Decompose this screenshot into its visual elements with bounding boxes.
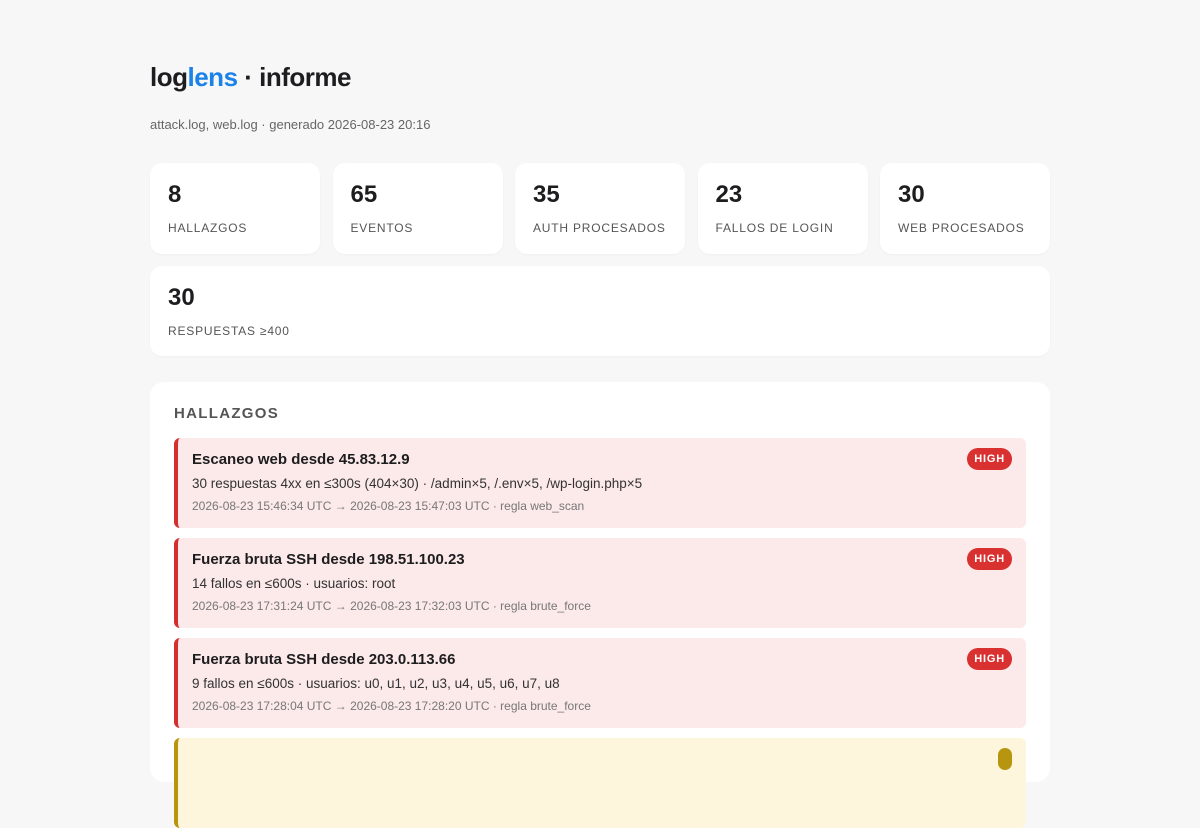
finding-meta: 2026-08-23 17:28:04 UTC → 2026-08-23 17:… <box>192 699 591 713</box>
title-prefix: log <box>150 62 188 92</box>
stat-value: 30 <box>898 181 925 208</box>
finding-meta: 2026-08-23 17:31:24 UTC → 2026-08-23 17:… <box>192 599 591 613</box>
finding-detail: 14 fallos en ≤600s · usuarios: root <box>192 576 396 591</box>
finding-title: Fuerza bruta SSH desde 203.0.113.66 <box>192 651 456 668</box>
title-suffix: · informe <box>237 62 351 92</box>
finding-detail: 30 respuestas 4xx en ≤300s (404×30) · /a… <box>192 476 643 491</box>
stat-card-auth-processed: 35 AUTH PROCESADOS <box>515 163 685 254</box>
stat-card-events: 65 EVENTOS <box>332 163 503 254</box>
stat-card-findings: 8 HALLAZGOS <box>150 163 320 254</box>
stat-label: EVENTOS <box>350 221 414 235</box>
stat-label: AUTH PROCESADOS <box>533 221 666 235</box>
stat-value: 65 <box>350 181 378 208</box>
finding-item[interactable]: Escaneo web desde 45.83.12.9 30 respuest… <box>174 438 1026 528</box>
stat-value: 30 <box>168 284 195 311</box>
stat-value: 35 <box>533 181 560 208</box>
stat-label: WEB PROCESADOS <box>898 221 1025 235</box>
stat-card-login-failures: 23 FALLOS DE LOGIN <box>697 163 868 254</box>
severity-badge <box>998 748 1012 770</box>
severity-badge: HIGH <box>967 648 1012 670</box>
severity-badge: HIGH <box>967 448 1012 470</box>
finding-item[interactable]: Fuerza bruta SSH desde 198.51.100.23 14 … <box>174 538 1026 628</box>
stat-label: HALLAZGOS <box>168 221 248 235</box>
stat-value: 23 <box>715 181 743 208</box>
report-subtitle: attack.log, web.log · generado 2026-08-2… <box>150 117 431 132</box>
findings-heading: HALLAZGOS <box>174 405 280 422</box>
finding-title: Fuerza bruta SSH desde 198.51.100.23 <box>192 551 465 568</box>
finding-item[interactable]: Fuerza bruta SSH desde 203.0.113.66 9 fa… <box>174 638 1026 728</box>
finding-title: Escaneo web desde 45.83.12.9 <box>192 451 410 468</box>
page-title: loglens · informe <box>150 62 351 92</box>
stat-label: RESPUESTAS ≥400 <box>168 324 290 338</box>
title-accent: lens <box>187 62 239 92</box>
stat-label: FALLOS DE LOGIN <box>715 221 834 235</box>
stat-card-web-processed: 30 WEB PROCESADOS <box>880 163 1050 254</box>
finding-detail: 9 fallos en ≤600s · usuarios: u0, u1, u2… <box>192 676 560 691</box>
severity-badge: HIGH <box>967 548 1012 570</box>
stat-card-error-responses: 30 RESPUESTAS ≥400 <box>150 266 1050 356</box>
stats-grid: 8 HALLAZGOS 65 EVENTOS 35 AUTH PROCESADO… <box>150 163 1050 356</box>
findings-panel: HALLAZGOS Escaneo web desde 45.83.12.9 3… <box>150 382 1050 828</box>
finding-meta: 2026-08-23 15:46:34 UTC → 2026-08-23 15:… <box>192 499 585 513</box>
finding-item[interactable] <box>174 738 1026 828</box>
stat-value: 8 <box>168 181 182 208</box>
